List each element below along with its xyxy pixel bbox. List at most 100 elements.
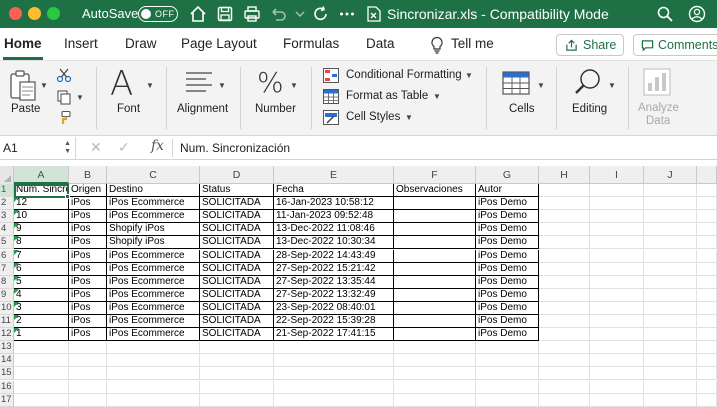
cell-h11[interactable] — [539, 315, 590, 328]
cell-j10[interactable] — [644, 301, 697, 315]
paste-icon[interactable] — [8, 69, 38, 106]
cell-e6[interactable]: 28-Sep-2022 14:43:49 — [274, 249, 394, 263]
cell-c10[interactable]: iPos Ecommerce — [107, 301, 200, 315]
cell-d8[interactable]: SOLICITADA — [200, 275, 274, 289]
column-header-b[interactable]: B — [69, 166, 107, 184]
cell-i1[interactable] — [590, 184, 644, 197]
cell-i17[interactable] — [590, 393, 644, 407]
cell-g3[interactable]: iPos Demo — [476, 210, 539, 224]
cell-i13[interactable] — [590, 341, 644, 355]
cell-g12[interactable]: iPos Demo — [476, 328, 539, 342]
cell-e17[interactable] — [274, 393, 394, 407]
cell-d1[interactable]: Status — [200, 184, 274, 197]
cell-g14[interactable] — [476, 354, 539, 368]
more-icon[interactable] — [337, 4, 357, 24]
cell-h8[interactable] — [539, 275, 590, 289]
number-icon[interactable]: % — [257, 66, 284, 99]
row-header-1[interactable]: 1 — [0, 184, 14, 197]
cell-c4[interactable]: Shopify iPos — [107, 223, 200, 237]
cell-g1[interactable]: Autor — [476, 184, 539, 197]
cell-a12[interactable]: 1 — [14, 328, 69, 342]
cell-b1[interactable]: Origen — [69, 184, 107, 197]
cut-icon[interactable] — [56, 67, 72, 86]
undo-dropdown-icon[interactable] — [290, 4, 310, 24]
font-icon[interactable]: A — [110, 64, 133, 104]
cell-g15[interactable] — [476, 367, 539, 381]
cell-k9[interactable] — [697, 288, 717, 302]
cell-b3[interactable]: iPos — [69, 210, 107, 224]
cell-h9[interactable] — [539, 288, 590, 302]
insert-function-icon[interactable]: fx — [151, 138, 164, 154]
cell-a1[interactable]: Num. Sincronización — [14, 184, 69, 197]
column-header-h[interactable]: H — [539, 166, 590, 184]
cell-c2[interactable]: iPos Ecommerce — [107, 197, 200, 211]
cell-b12[interactable]: iPos — [69, 328, 107, 342]
cell-f9[interactable] — [394, 288, 476, 302]
cell-i14[interactable] — [590, 354, 644, 368]
cell-d17[interactable] — [200, 393, 274, 407]
column-header-c[interactable]: C — [107, 166, 200, 184]
cell-f8[interactable] — [394, 275, 476, 289]
cell-d13[interactable] — [200, 341, 274, 355]
cell-e10[interactable]: 23-Sep-2022 08:40:01 — [274, 301, 394, 315]
font-dropdown-icon[interactable]: ▼ — [146, 81, 154, 90]
cell-d11[interactable]: SOLICITADA — [200, 315, 274, 328]
tab-data[interactable]: Data — [366, 36, 395, 51]
cell-g11[interactable]: iPos Demo — [476, 315, 539, 328]
share-button[interactable]: Share — [556, 34, 624, 56]
cell-i2[interactable] — [590, 197, 644, 211]
cell-b11[interactable]: iPos — [69, 315, 107, 328]
cell-a9[interactable]: 4 — [14, 288, 69, 302]
cell-f15[interactable] — [394, 367, 476, 381]
row-header-7[interactable]: 7 — [0, 262, 14, 276]
cell-g4[interactable]: iPos Demo — [476, 223, 539, 237]
cell-e4[interactable]: 13-Dec-2022 11:08:46 — [274, 223, 394, 237]
cell-h15[interactable] — [539, 367, 590, 381]
cell-f12[interactable] — [394, 328, 476, 342]
cell-a14[interactable] — [14, 354, 69, 368]
cell-g6[interactable]: iPos Demo — [476, 249, 539, 263]
copy-dropdown-icon[interactable]: ▼ — [76, 93, 84, 102]
cell-k6[interactable] — [697, 249, 717, 263]
cell-b5[interactable]: iPos — [69, 236, 107, 250]
cell-j8[interactable] — [644, 275, 697, 289]
cell-c5[interactable]: Shopify iPos — [107, 236, 200, 250]
cell-f13[interactable] — [394, 341, 476, 355]
cell-d14[interactable] — [200, 354, 274, 368]
cell-a5[interactable]: 8 — [14, 236, 69, 250]
cell-f10[interactable] — [394, 301, 476, 315]
undo-icon[interactable] — [268, 4, 288, 24]
cell-k2[interactable] — [697, 197, 717, 211]
cell-e3[interactable]: 11-Jan-2023 09:52:48 — [274, 210, 394, 224]
editing-search-icon[interactable] — [574, 67, 604, 100]
cell-e7[interactable]: 27-Sep-2022 15:21:42 — [274, 262, 394, 276]
cell-k1[interactable] — [697, 184, 717, 197]
alignment-label[interactable]: Alignment — [177, 103, 228, 115]
cell-j15[interactable] — [644, 367, 697, 381]
cell-d9[interactable]: SOLICITADA — [200, 288, 274, 302]
row-header-9[interactable]: 9 — [0, 288, 14, 302]
close-window-button[interactable] — [9, 7, 22, 20]
cancel-icon[interactable]: ✕ — [90, 139, 102, 156]
row-header-12[interactable]: 12 — [0, 328, 14, 342]
cell-a10[interactable]: 3 — [14, 301, 69, 315]
cell-h6[interactable] — [539, 249, 590, 263]
row-header-6[interactable]: 6 — [0, 249, 14, 263]
cell-b14[interactable] — [69, 354, 107, 368]
number-label[interactable]: Number — [255, 103, 296, 115]
row-header-15[interactable]: 15 — [0, 367, 14, 381]
cell-c12[interactable]: iPos Ecommerce — [107, 328, 200, 342]
cell-g5[interactable]: iPos Demo — [476, 236, 539, 250]
cell-f4[interactable] — [394, 223, 476, 237]
editing-dropdown-icon[interactable]: ▼ — [608, 81, 616, 90]
cell-j2[interactable] — [644, 197, 697, 211]
cell-e16[interactable] — [274, 380, 394, 394]
row-header-3[interactable]: 3 — [0, 210, 14, 224]
cell-a8[interactable]: 5 — [14, 275, 69, 289]
cell-j6[interactable] — [644, 249, 697, 263]
cell-g10[interactable]: iPos Demo — [476, 301, 539, 315]
cell-e13[interactable] — [274, 341, 394, 355]
cell-f17[interactable] — [394, 393, 476, 407]
cell-a4[interactable]: 9 — [14, 223, 69, 237]
cell-e15[interactable] — [274, 367, 394, 381]
